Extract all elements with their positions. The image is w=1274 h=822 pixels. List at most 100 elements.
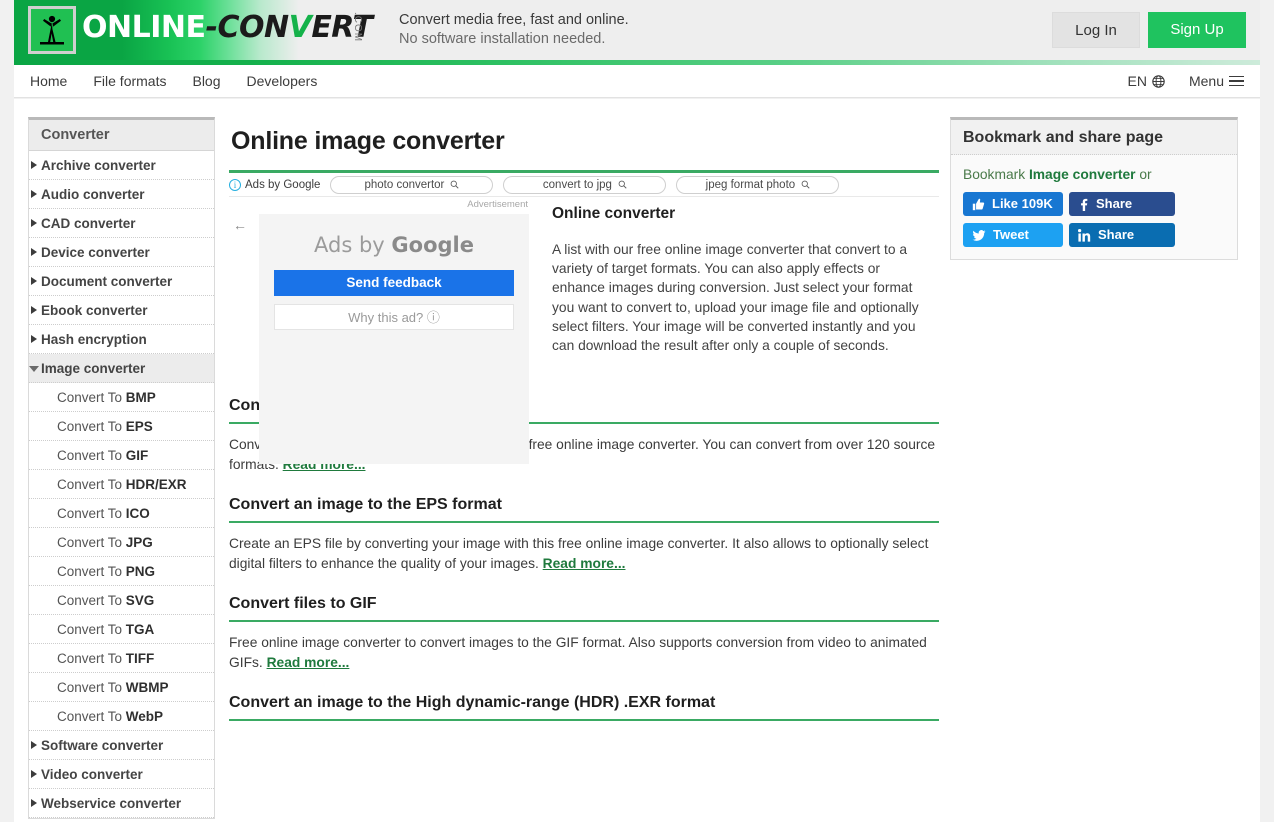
intro-heading: Online converter	[552, 205, 676, 222]
sidebar-group-label: Software converter	[41, 738, 164, 753]
facebook-share-button[interactable]: Share	[1069, 192, 1175, 216]
sidebar-item-convert-to-gif[interactable]: Convert To GIF	[29, 441, 214, 470]
twitter-bird-icon	[972, 229, 986, 241]
sidebar-group-audio-converter[interactable]: Audio converter	[29, 180, 214, 209]
linkedin-icon	[1078, 228, 1091, 242]
sidebar-item-convert-to-svg[interactable]: Convert To SVG	[29, 586, 214, 615]
send-feedback-button[interactable]: Send feedback	[274, 270, 514, 296]
sidebar-item-prefix: Convert To	[57, 448, 126, 463]
format-section: Convert an image to the High dynamic-ran…	[229, 694, 939, 722]
sidebar-item-format: PNG	[125, 564, 156, 579]
sidebar-item-convert-to-eps[interactable]: Convert To EPS	[29, 412, 214, 441]
twitter-tweet-button[interactable]: Tweet	[963, 223, 1063, 247]
sidebar-group-label: Ebook converter	[41, 303, 148, 318]
share-button-label: Share	[1098, 227, 1135, 242]
sidebar-group-image-converter[interactable]: Image converter	[29, 354, 214, 383]
read-more-link[interactable]: Read more...	[543, 556, 626, 571]
sidebar-item-convert-to-tga[interactable]: Convert To TGA	[29, 615, 214, 644]
ad-chip-label: photo convertor	[364, 178, 445, 191]
login-button[interactable]: Log In	[1052, 12, 1140, 48]
sidebar-item-format: GIF	[125, 448, 149, 463]
sidebar-item-convert-to-hdr-exr[interactable]: Convert To HDR/EXR	[29, 470, 214, 499]
sidebar-item-format: TIFF	[125, 651, 155, 666]
info-icon[interactable]: i	[229, 178, 241, 191]
section-heading: Convert an image to the High dynamic-ran…	[229, 694, 939, 722]
chevron-right-icon	[29, 731, 41, 760]
sidebar-item-convert-to-webp[interactable]: Convert To WebP	[29, 702, 214, 731]
sidebar-group-webservice-converter[interactable]: Webservice converter	[29, 789, 214, 818]
main-content: Online image converter i Ads by Google p…	[229, 117, 939, 743]
menu-button[interactable]: Menu	[1189, 73, 1244, 89]
section-heading: Convert files to GIF	[229, 595, 939, 623]
section-body: Create an EPS file by converting your im…	[229, 534, 939, 573]
nav-item-blog[interactable]: Blog	[192, 73, 220, 89]
sidebar-item-convert-to-ico[interactable]: Convert To ICO	[29, 499, 214, 528]
search-icon	[618, 180, 627, 189]
sidebar-item-prefix: Convert To	[57, 419, 126, 434]
bookmark-share-panel: Bookmark and share page Bookmark Image c…	[950, 117, 1238, 260]
chevron-right-icon	[29, 760, 41, 789]
ad-chip-jpeg-format-photo[interactable]: jpeg format photo	[676, 175, 840, 194]
advertisement-label: Advertisement	[467, 199, 528, 210]
chevron-right-icon	[29, 325, 41, 354]
chevron-down-icon	[29, 354, 41, 383]
ad-back-arrow-icon[interactable]: ←	[233, 217, 247, 233]
sidebar-group-software-converter[interactable]: Software converter	[29, 731, 214, 760]
sidebar-item-format: ICO	[125, 506, 150, 521]
linkedin-share-button[interactable]: Share	[1069, 223, 1175, 247]
sidebar-group-hash-encryption[interactable]: Hash encryption	[29, 325, 214, 354]
signup-button[interactable]: Sign Up	[1148, 12, 1246, 48]
sidebar-group-cad-converter[interactable]: CAD converter	[29, 209, 214, 238]
read-more-link[interactable]: Read more...	[267, 655, 350, 670]
sidebar-group-ebook-converter[interactable]: Ebook converter	[29, 296, 214, 325]
ad-chip-convert-to-jpg[interactable]: convert to jpg	[503, 175, 667, 194]
bookmark-line: Bookmark Image converter or	[963, 167, 1225, 182]
sidebar-group-label: Video converter	[41, 767, 143, 782]
site-logo[interactable]	[28, 6, 76, 54]
sidebar-item-convert-to-jpg[interactable]: Convert To JPG	[29, 528, 214, 557]
chevron-right-icon	[29, 180, 41, 209]
sidebar-item-prefix: Convert To	[57, 506, 126, 521]
tagline-line-2: No software installation needed.	[399, 31, 606, 47]
nav-item-home[interactable]: Home	[30, 73, 67, 89]
nav-item-developers[interactable]: Developers	[247, 73, 318, 89]
sidebar-item-convert-to-wbmp[interactable]: Convert To WBMP	[29, 673, 214, 702]
sidebar-group-device-converter[interactable]: Device converter	[29, 238, 214, 267]
facebook-like-button[interactable]: Like 109K	[963, 192, 1063, 216]
ad-chip-photo-convertor[interactable]: photo convertor	[330, 175, 494, 194]
sidebar-item-format: JPG	[125, 535, 153, 550]
google-brand-text: Google	[391, 233, 474, 257]
menu-label: Menu	[1188, 73, 1224, 89]
nav-item-file-formats[interactable]: File formats	[93, 73, 166, 89]
sidebar-group-label: CAD converter	[41, 216, 136, 231]
sidebar-item-format: EPS	[125, 419, 153, 434]
bookmark-share-body: Bookmark Image converter or Like 109K Sh…	[951, 155, 1237, 259]
sidebar-item-format: BMP	[125, 390, 156, 405]
nav-links: Home File formats Blog Developers	[30, 73, 317, 89]
sidebar-group-video-converter[interactable]: Video converter	[29, 760, 214, 789]
bookmark-suffix: or	[1135, 167, 1152, 182]
sidebar-item-format: WebP	[125, 709, 164, 724]
chevron-right-icon	[29, 267, 41, 296]
logo-part-ert: ERT	[311, 10, 373, 45]
ads-by-text: Ads by	[314, 233, 392, 257]
language-selector[interactable]: EN	[1128, 73, 1165, 89]
sidebar-item-prefix: Convert To	[57, 622, 126, 637]
sidebar-group-document-converter[interactable]: Document converter	[29, 267, 214, 296]
sidebar-item-prefix: Convert To	[57, 709, 126, 724]
why-this-ad-button[interactable]: Why this ad? ⓘ	[274, 304, 514, 330]
share-button-label: Share	[1096, 196, 1133, 211]
sidebar-item-convert-to-bmp[interactable]: Convert To BMP	[29, 383, 214, 412]
share-button-label: Like 109K	[992, 196, 1053, 211]
sidebar-item-prefix: Convert To	[57, 651, 126, 666]
sidebar-item-convert-to-png[interactable]: Convert To PNG	[29, 557, 214, 586]
sidebar-group-archive-converter[interactable]: Archive converter	[29, 151, 214, 180]
sidebar-item-format: SVG	[125, 593, 155, 608]
chevron-right-icon	[29, 151, 41, 180]
sidebar-item-prefix: Convert To	[57, 477, 126, 492]
chevron-right-icon	[29, 238, 41, 267]
bookmark-link[interactable]: Image converter	[1029, 167, 1136, 182]
sidebar-item-convert-to-tiff[interactable]: Convert To TIFF	[29, 644, 214, 673]
person-figure-icon	[31, 9, 73, 51]
hamburger-icon	[1229, 75, 1244, 87]
